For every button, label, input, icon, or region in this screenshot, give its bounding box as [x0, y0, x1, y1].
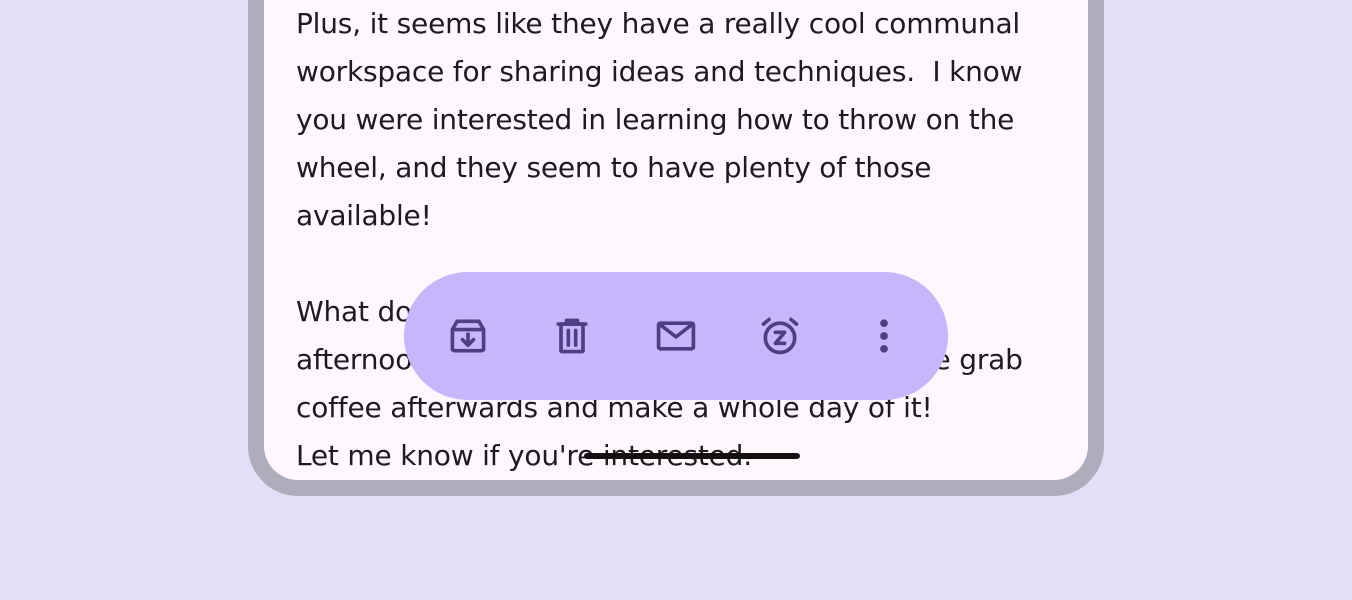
more-options-button[interactable]	[852, 304, 916, 368]
trash-icon	[556, 318, 588, 354]
email-screen: Plus, it seems like they have a really c…	[264, 0, 1088, 480]
snooze-button[interactable]	[748, 304, 812, 368]
mail-icon	[656, 321, 696, 351]
floating-action-toolbar	[404, 272, 948, 400]
email-paragraph-1: Plus, it seems like they have a really c…	[296, 7, 1023, 232]
mark-unread-button[interactable]	[644, 304, 708, 368]
archive-icon	[450, 319, 486, 353]
gesture-navigation-bar[interactable]	[584, 453, 800, 459]
delete-button[interactable]	[540, 304, 604, 368]
snooze-alarm-icon	[761, 317, 799, 355]
archive-button[interactable]	[436, 304, 500, 368]
more-vert-icon	[880, 319, 888, 353]
device-frame: Plus, it seems like they have a really c…	[248, 0, 1104, 496]
email-body: Plus, it seems like they have a really c…	[296, 0, 1076, 480]
